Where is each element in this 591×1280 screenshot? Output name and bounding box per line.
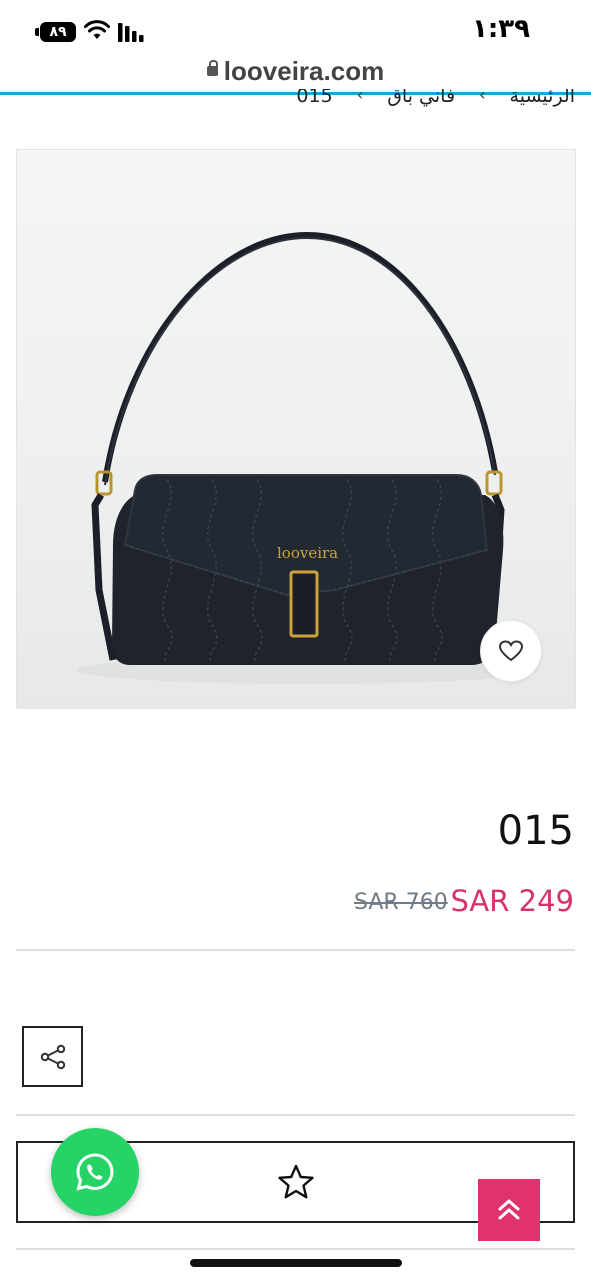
wifi-icon [84, 20, 110, 39]
whatsapp-icon [76, 1153, 114, 1191]
scroll-to-top-button[interactable] [478, 1179, 540, 1241]
breadcrumb-home[interactable]: الرئيسية [510, 89, 575, 107]
breadcrumb-current: 015 [296, 89, 333, 107]
url-text: looveira.com [223, 56, 385, 86]
chevron-icon: › [479, 89, 486, 104]
heart-icon [498, 640, 524, 662]
star-icon [277, 1164, 314, 1199]
bag-brand-text: looveira [277, 544, 338, 562]
home-indicator[interactable] [190, 1259, 402, 1267]
chevron-icon: › [356, 89, 364, 104]
whatsapp-button[interactable] [51, 1128, 139, 1216]
signal-icon [118, 23, 144, 42]
divider [16, 1248, 575, 1250]
divider [16, 949, 575, 951]
divider [16, 1114, 575, 1116]
lock-icon [206, 60, 218, 76]
share-icon [40, 1044, 65, 1069]
double-chevron-up-icon [498, 1199, 520, 1220]
handbag-illustration: looveira [77, 231, 537, 684]
battery-tip [35, 28, 39, 36]
product-title: 015 [497, 808, 574, 854]
address-bar[interactable]: looveira.com [0, 56, 591, 88]
breadcrumb-category[interactable]: فاني باق [387, 89, 455, 107]
status-time: ١:٣٩ [472, 14, 531, 44]
battery-indicator: ٨٩ [40, 22, 76, 42]
original-price: SAR 760 [354, 890, 448, 915]
sale-price: SAR 249 [450, 884, 574, 918]
share-button[interactable] [22, 1026, 83, 1087]
wishlist-button[interactable] [480, 620, 542, 682]
breadcrumb: الرئيسية › فاني باق › 015 [296, 89, 575, 113]
